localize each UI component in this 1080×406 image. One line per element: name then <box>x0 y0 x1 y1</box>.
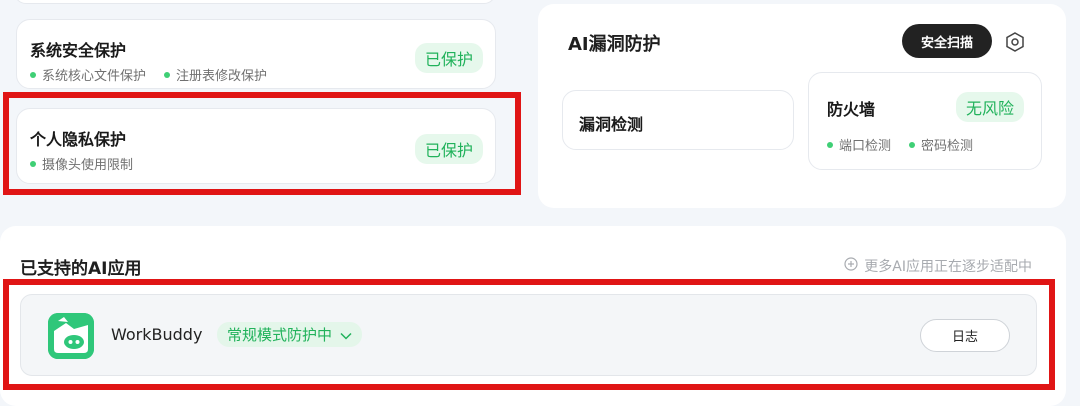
vuln-panel: AI漏洞防护 安全扫描 漏洞检测 防火墙 无风险 端口检测 密码检测 <box>538 4 1066 208</box>
status-badge: 已保护 <box>414 43 483 73</box>
plus-circle-icon <box>844 257 858 275</box>
highlight-box <box>3 92 521 195</box>
top-left-partial-card <box>14 0 496 4</box>
card-title: 防火墙 <box>827 100 876 119</box>
vuln-detect-card[interactable]: 漏洞检测 <box>562 90 794 150</box>
system-security-card[interactable]: 系统安全保护 系统核心文件保护 注册表修改保护 已保护 <box>16 19 496 89</box>
feature-list: 系统核心文件保护 注册表修改保护 <box>30 65 267 84</box>
status-badge: 无风险 <box>955 92 1024 122</box>
feature-label: 端口检测 <box>839 139 892 154</box>
feature-label: 系统核心文件保护 <box>42 69 147 84</box>
feature-label: 密码检测 <box>921 139 974 154</box>
more-apps-label: 更多AI应用正在逐步适配中 <box>864 259 1032 275</box>
status-dot-icon <box>827 141 833 148</box>
security-scan-button[interactable]: 安全扫描 <box>902 24 992 58</box>
card-title: 系统安全保护 <box>30 41 127 60</box>
status-dot-icon <box>909 141 916 148</box>
vuln-title: AI漏洞防护 <box>568 34 661 55</box>
status-dot-icon <box>164 71 171 78</box>
feature-list: 端口检测 密码检测 <box>827 135 973 154</box>
apps-section-title: 已支持的AI应用 <box>20 259 142 279</box>
firewall-card[interactable]: 防火墙 无风险 端口检测 密码检测 <box>808 72 1042 170</box>
status-dot-icon <box>30 71 36 78</box>
more-apps-note: 更多AI应用正在逐步适配中 <box>844 256 1032 276</box>
highlight-box <box>3 279 1055 390</box>
settings-hex-icon[interactable] <box>1004 31 1026 53</box>
feature-label: 注册表修改保护 <box>176 69 268 84</box>
card-title: 漏洞检测 <box>579 115 644 134</box>
